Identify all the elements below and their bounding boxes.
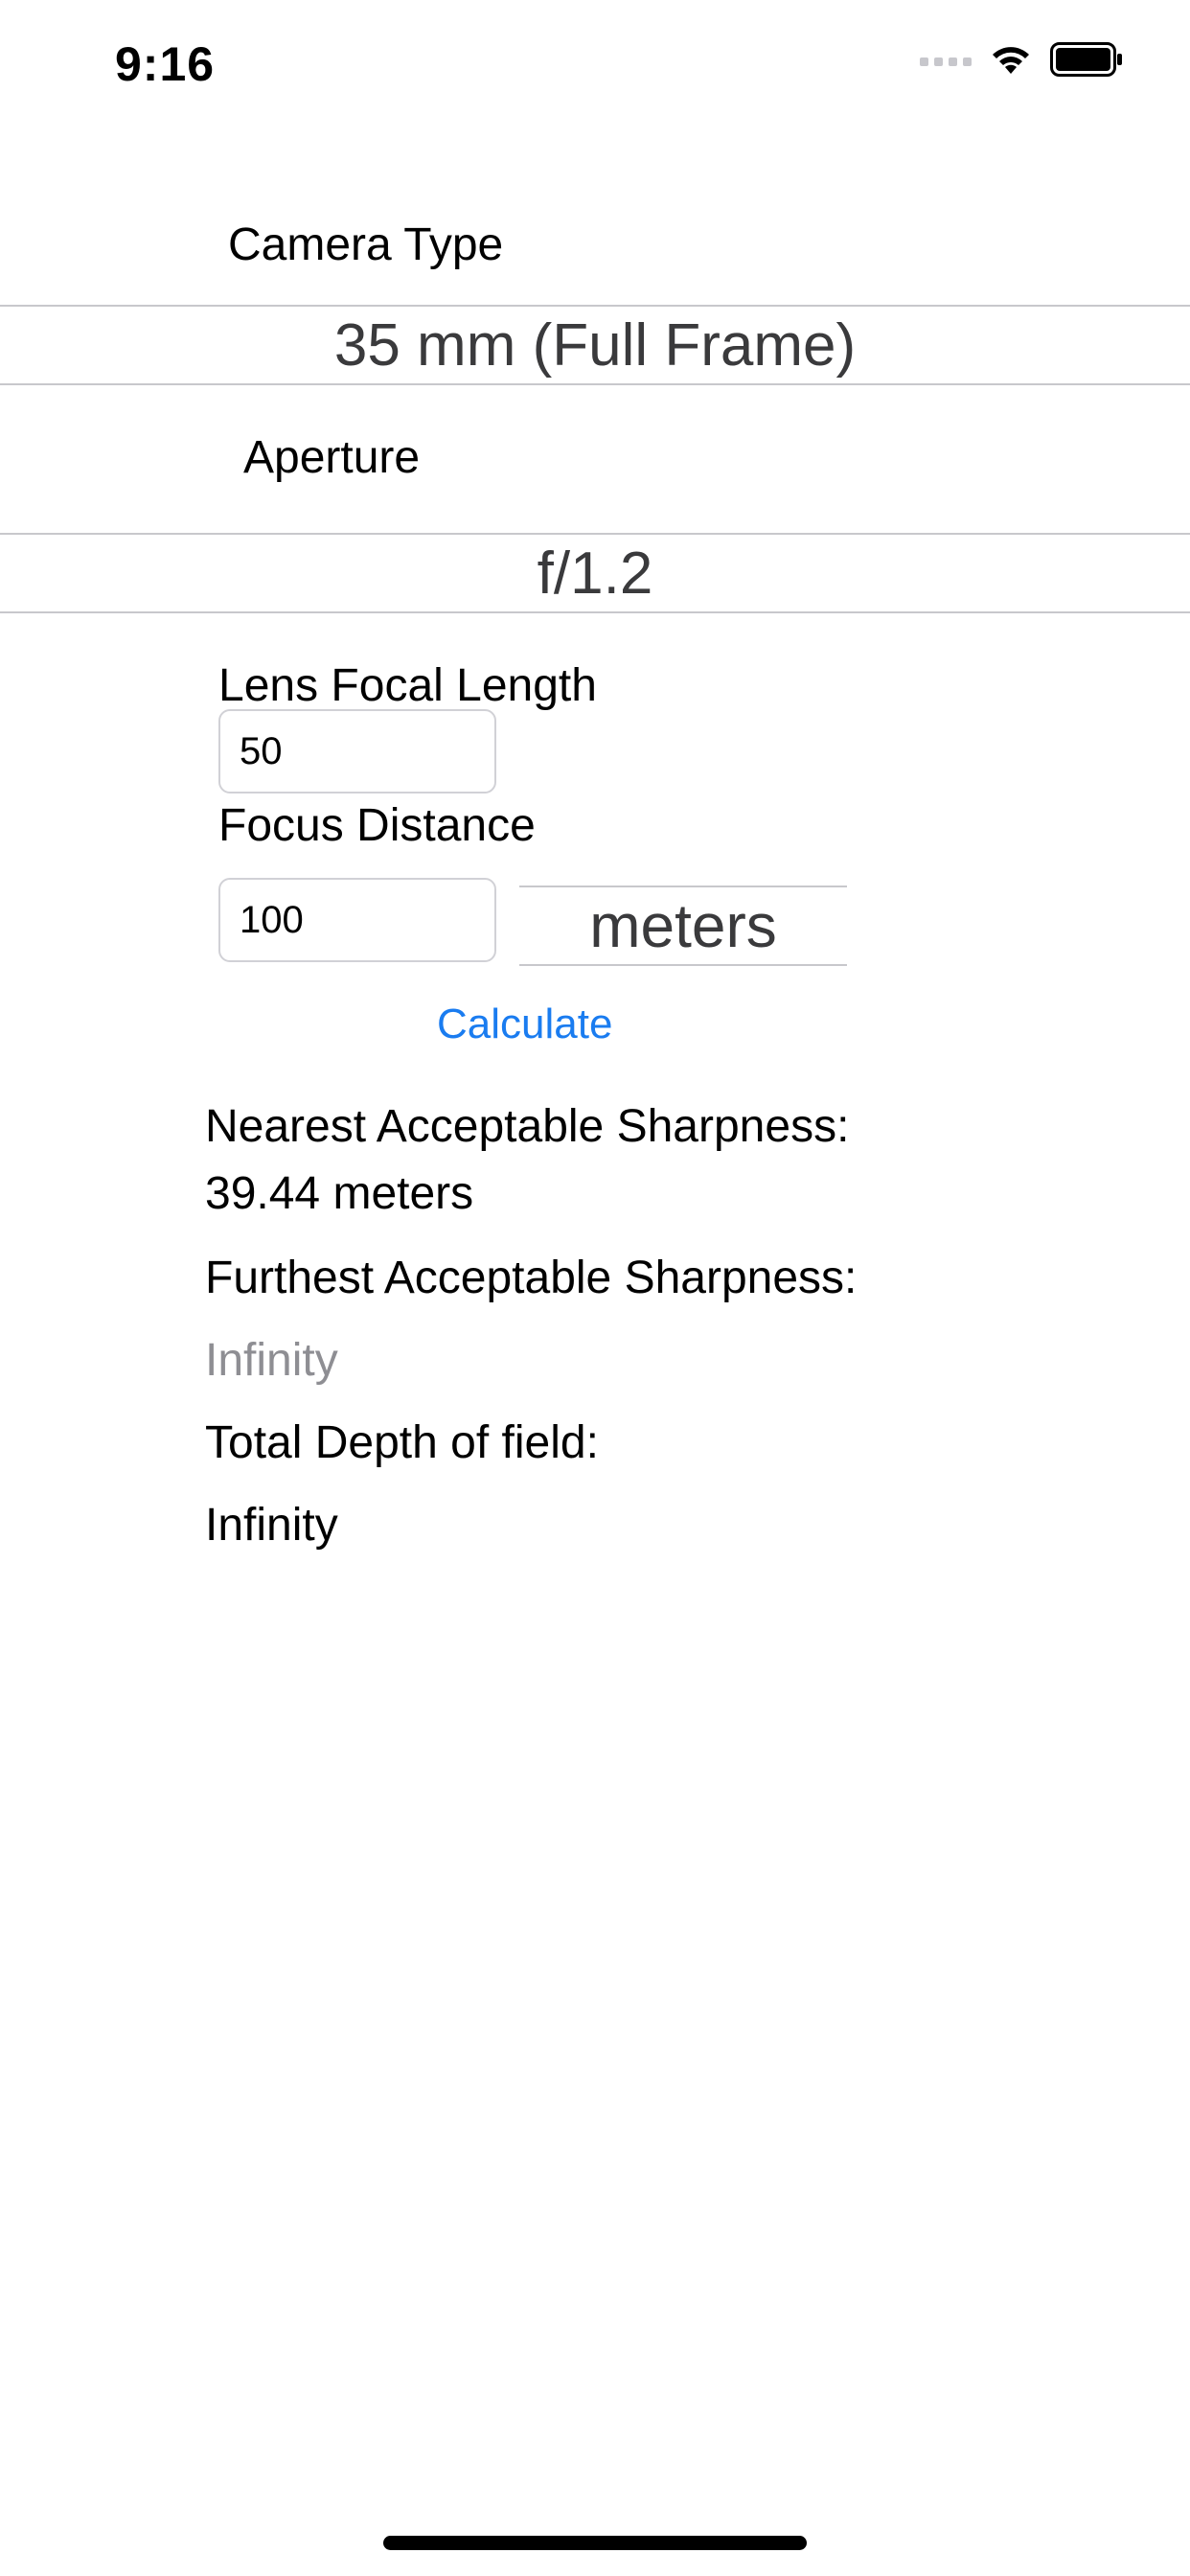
- aperture-picker[interactable]: f/1.2: [0, 533, 1190, 613]
- furthest-sharpness-label: Furthest Acceptable Sharpness:: [205, 1253, 858, 1303]
- furthest-sharpness-value: Infinity: [205, 1335, 338, 1386]
- status-icons: [920, 42, 1123, 81]
- aperture-label: Aperture: [243, 432, 421, 483]
- camera-type-label: Camera Type: [228, 219, 504, 270]
- home-indicator[interactable]: [383, 2536, 807, 2550]
- battery-icon: [1050, 42, 1123, 81]
- cellular-signal-icon: [920, 58, 972, 66]
- focus-distance-label: Focus Distance: [218, 800, 536, 851]
- calculate-button[interactable]: Calculate: [437, 1000, 612, 1048]
- status-time: 9:16: [115, 37, 216, 91]
- nearest-sharpness-label: Nearest Acceptable Sharpness:: [205, 1101, 850, 1152]
- total-depth-value: Infinity: [205, 1500, 338, 1551]
- app-screen: 9:16 Camera Type 35 mm (Full Frame) Aper…: [0, 0, 1190, 2576]
- focal-length-label: Lens Focal Length: [218, 660, 597, 711]
- total-depth-label: Total Depth of field:: [205, 1417, 599, 1468]
- unit-picker[interactable]: meters: [519, 886, 847, 966]
- wifi-icon: [989, 43, 1033, 80]
- focal-length-input[interactable]: [218, 709, 496, 794]
- nearest-sharpness-value: 39.44 meters: [205, 1168, 474, 1219]
- camera-type-picker[interactable]: 35 mm (Full Frame): [0, 305, 1190, 385]
- focus-distance-input[interactable]: [218, 878, 496, 962]
